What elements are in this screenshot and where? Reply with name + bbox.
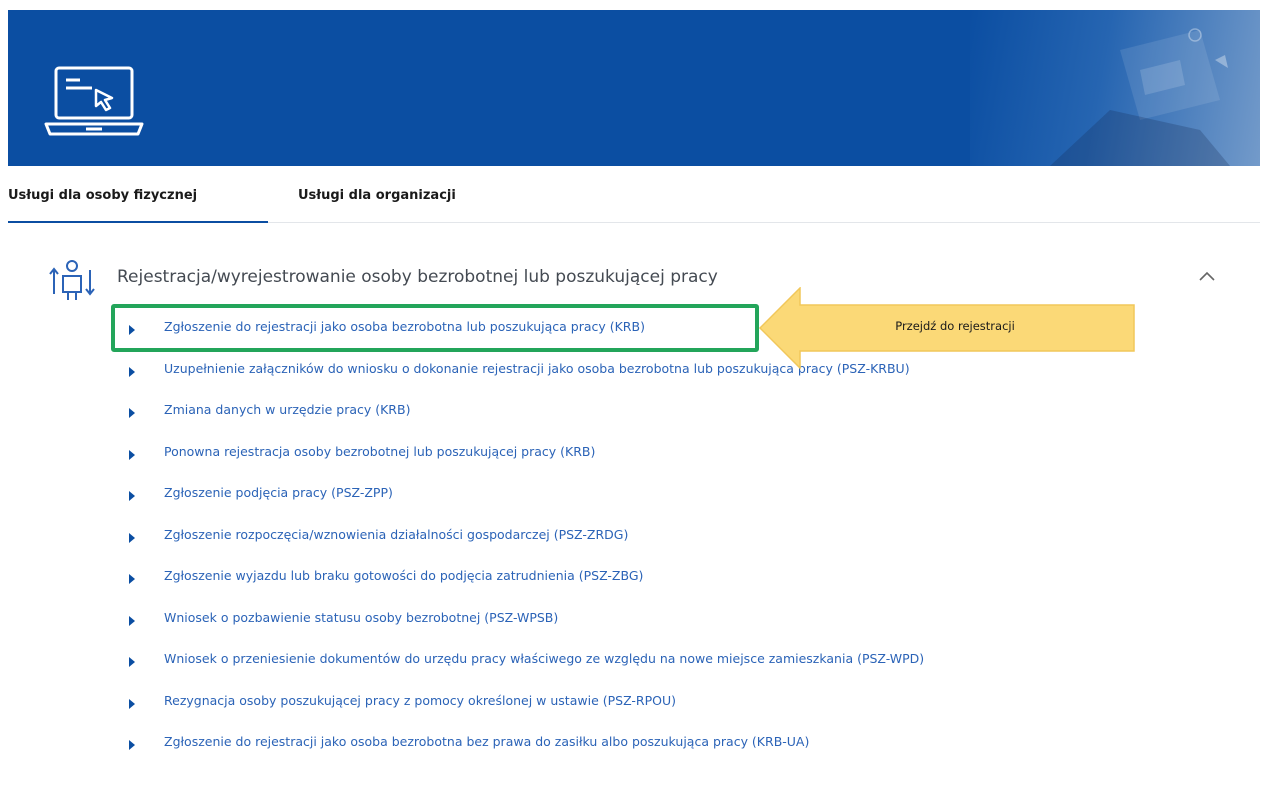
bullet-icon [129,325,135,335]
section-title: Rejestracja/wyrejestrowanie osoby bezrob… [117,267,718,287]
service-link[interactable]: Zgłoszenie podjęcia pracy (PSZ-ZPP) [164,485,393,500]
bullet-icon [129,615,135,626]
service-link[interactable]: Zgłoszenie wyjazdu lub braku gotowości d… [164,568,643,583]
bullet-icon [129,698,135,709]
bullet-icon [129,449,135,460]
bullet-icon [129,408,135,418]
banner-decoration [970,10,1260,166]
service-tabs: Usługi dla osoby fizycznej Usługi dla or… [8,168,1260,223]
tab-organization-services[interactable]: Usługi dla organizacji [298,168,518,221]
bullet-icon [129,366,135,377]
bullet-icon [129,574,135,584]
service-link[interactable]: Zgłoszenie rozpoczęcia/wznowienia działa… [164,527,628,542]
tab-individual-services[interactable]: Usługi dla osoby fizycznej [8,168,268,223]
bullet-icon [129,532,135,543]
bullet-icon [129,657,135,667]
service-link[interactable]: Zgłoszenie do rejestracji jako osoba bez… [164,734,809,749]
callout-label: Przejdź do rejestracji [895,319,1015,333]
service-link[interactable]: Wniosek o przeniesienie dokumentów do ur… [164,651,924,666]
service-link[interactable]: Ponowna rejestracja osoby bezrobotnej lu… [164,444,595,459]
service-link[interactable]: Zgłoszenie do rejestracji jako osoba bez… [164,319,645,334]
person-arrows-icon [49,260,95,300]
chevron-up-icon[interactable] [1198,270,1216,282]
service-link[interactable]: Wniosek o pozbawienie statusu osoby bezr… [164,610,558,625]
header-banner [8,10,1260,166]
service-link[interactable]: Rezygnacja osoby poszukującej pracy z po… [164,693,676,708]
service-link[interactable]: Zmiana danych w urzędzie pracy (KRB) [164,402,410,417]
bullet-icon [129,491,135,501]
laptop-cursor-icon [44,66,144,136]
bullet-icon [129,740,135,750]
